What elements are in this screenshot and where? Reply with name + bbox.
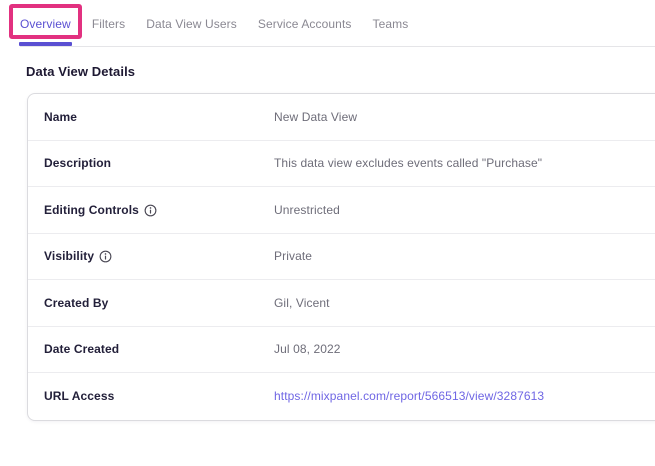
row-value-description: This data view excludes events called "P… [274, 156, 542, 170]
tab-filters-label: Filters [92, 17, 125, 31]
row-value-editing-controls: Unrestricted [274, 203, 340, 217]
table-row-url-access: URL Access https://mixpanel.com/report/5… [28, 373, 655, 420]
row-label-name: Name [44, 110, 274, 124]
tab-service-accounts-label: Service Accounts [258, 17, 352, 31]
tab-teams[interactable]: Teams [373, 0, 409, 47]
row-label-editing-controls: Editing Controls [44, 203, 274, 217]
tab-service-accounts[interactable]: Service Accounts [258, 0, 352, 47]
row-value-date-created: Jul 08, 2022 [274, 342, 341, 356]
page-title: Data View Details [26, 64, 655, 79]
table-row-visibility: Visibility Private [28, 234, 655, 281]
row-label-date-created: Date Created [44, 342, 274, 356]
info-icon[interactable] [144, 204, 157, 217]
row-value-visibility: Private [274, 249, 312, 263]
row-value-created-by: Gil, Vicent [274, 296, 330, 310]
row-label-description: Description [44, 156, 274, 170]
table-row-date-created: Date Created Jul 08, 2022 [28, 327, 655, 374]
info-icon[interactable] [99, 250, 112, 263]
tab-overview[interactable]: Overview [20, 0, 71, 47]
tab-data-view-users[interactable]: Data View Users [146, 0, 237, 47]
row-value-name: New Data View [274, 110, 357, 124]
row-label-created-by: Created By [44, 296, 274, 310]
table-row-editing-controls: Editing Controls Unrestricted [28, 187, 655, 234]
url-access-link[interactable]: https://mixpanel.com/report/566513/view/… [274, 389, 544, 403]
tab-data-view-users-label: Data View Users [146, 17, 237, 31]
tabbar-divider [20, 46, 655, 47]
tab-filters[interactable]: Filters [92, 0, 125, 47]
table-row-description: Description This data view excludes even… [28, 141, 655, 188]
tab-overview-label: Overview [20, 17, 71, 31]
row-label-url-access: URL Access [44, 389, 274, 403]
details-card: Name New Data View Description This data… [27, 93, 655, 421]
tab-teams-label: Teams [373, 17, 409, 31]
table-row-created-by: Created By Gil, Vicent [28, 280, 655, 327]
tab-bar: Overview Filters Data View Users Service… [0, 0, 655, 47]
row-label-visibility: Visibility [44, 249, 274, 263]
table-row-name: Name New Data View [28, 94, 655, 141]
